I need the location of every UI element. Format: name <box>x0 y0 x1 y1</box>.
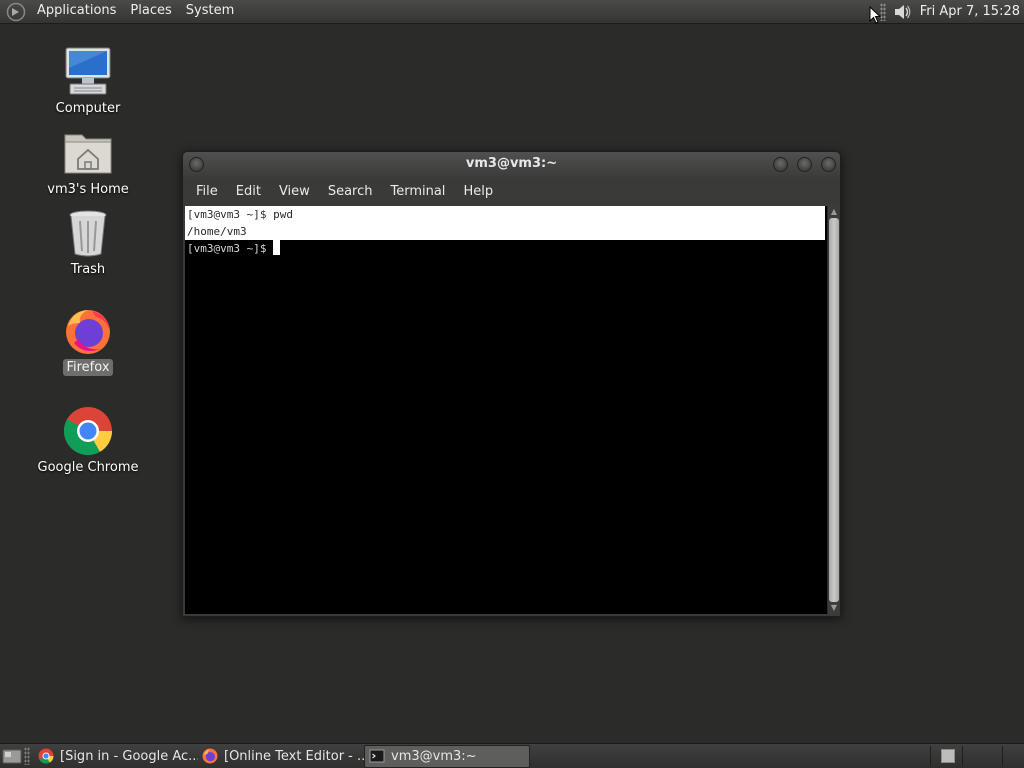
taskbar-grip[interactable] <box>24 747 30 765</box>
desktop-icon-trash[interactable]: Trash <box>33 207 143 278</box>
desktop-icon-label: Firefox <box>63 359 113 376</box>
show-desktop-icon[interactable] <box>2 747 22 765</box>
firefox-icon <box>202 748 218 764</box>
task-firefox[interactable]: [Online Text Editor - ... <box>198 745 364 768</box>
terminal-line: [vm3@vm3 ~]$ pwd <box>185 206 825 223</box>
menu-applications[interactable]: Applications <box>30 0 123 24</box>
taskbar-separator <box>930 746 931 766</box>
desktop-icon-home[interactable]: vm3's Home <box>33 127 143 198</box>
terminal-prompt-line: [vm3@vm3 ~]$ <box>185 240 827 257</box>
scroll-thumb[interactable] <box>829 218 839 602</box>
menu-system[interactable]: System <box>179 0 241 24</box>
terminal-output[interactable]: [vm3@vm3 ~]$ pwd /home/vm3 [vm3@vm3 ~]$ <box>185 206 827 614</box>
desktop-icon-label: Google Chrome <box>37 460 139 475</box>
scroll-up-arrow-icon[interactable]: ▲ <box>829 207 839 217</box>
bottom-panel: [Sign in - Google Ac... [Online Text Edi… <box>0 743 1024 768</box>
terminal-window[interactable]: vm3@vm3:~ File Edit View Search Terminal… <box>182 151 841 617</box>
terminal-line: /home/vm3 <box>185 223 825 240</box>
desktop-icon-label: vm3's Home <box>47 182 129 197</box>
terminal-prompt: [vm3@vm3 ~]$ <box>187 242 274 255</box>
window-title: vm3@vm3:~ <box>465 156 558 171</box>
menu-help[interactable]: Help <box>454 180 502 204</box>
menu-file[interactable]: File <box>187 180 227 204</box>
scroll-down-arrow-icon[interactable]: ▼ <box>829 603 839 613</box>
window-titlebar[interactable]: vm3@vm3:~ <box>183 152 840 178</box>
taskbar-separator <box>962 746 963 766</box>
close-button[interactable] <box>821 157 836 172</box>
text-cursor <box>273 240 281 255</box>
menu-view[interactable]: View <box>270 180 319 204</box>
desktop-icon-label: Trash <box>70 262 106 277</box>
home-folder-icon <box>64 134 112 174</box>
chrome-icon <box>63 407 112 456</box>
task-label: [Online Text Editor - ... <box>224 748 364 764</box>
chrome-icon <box>38 748 54 764</box>
volume-icon[interactable] <box>892 2 912 22</box>
menu-terminal[interactable]: Terminal <box>381 180 454 204</box>
menu-search[interactable]: Search <box>319 180 382 204</box>
task-label: vm3@vm3:~ <box>391 748 477 764</box>
firefox-icon <box>66 310 110 354</box>
taskbar-separator <box>1002 746 1003 766</box>
menu-edit[interactable]: Edit <box>227 180 270 204</box>
minimize-button[interactable] <box>773 157 788 172</box>
mouse-pointer-icon <box>869 6 881 24</box>
maximize-button[interactable] <box>797 157 812 172</box>
terminal-scrollbar[interactable]: ▲ ▼ <box>827 206 839 614</box>
workspace-1[interactable] <box>941 749 955 763</box>
desktop-icon-label: Computer <box>55 101 121 116</box>
gnome-foot-icon[interactable] <box>6 2 26 22</box>
terminal-icon <box>369 749 385 763</box>
task-chrome[interactable]: [Sign in - Google Ac... <box>34 745 198 768</box>
terminal-menubar: File Edit View Search Terminal Help <box>183 178 840 205</box>
menu-places[interactable]: Places <box>123 0 178 24</box>
window-menu-button[interactable] <box>189 157 204 172</box>
desktop-icon-chrome[interactable]: Google Chrome <box>33 405 143 476</box>
task-label: [Sign in - Google Ac... <box>60 748 198 764</box>
computer-icon <box>65 47 111 95</box>
task-terminal[interactable]: vm3@vm3:~ <box>364 744 530 768</box>
clock[interactable]: Fri Apr 7, 15:28 <box>920 4 1020 19</box>
desktop-icon-computer[interactable]: Computer <box>33 46 143 117</box>
trash-icon <box>69 210 107 257</box>
desktop-icon-firefox[interactable]: Firefox <box>33 305 143 376</box>
